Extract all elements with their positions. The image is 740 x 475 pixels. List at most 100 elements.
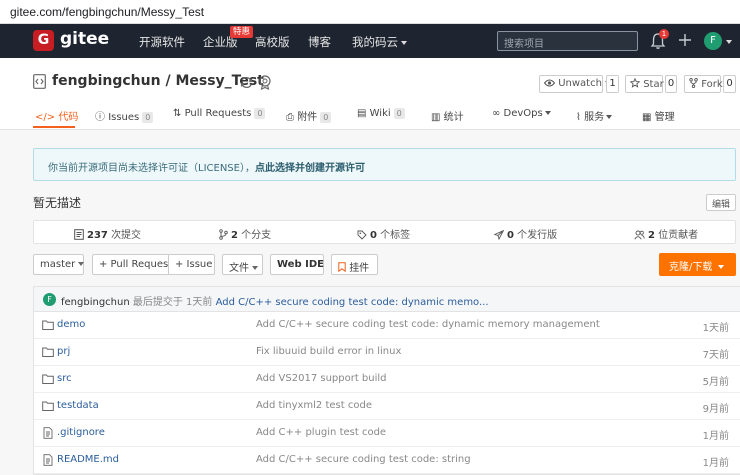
file-name-link[interactable]: prj bbox=[57, 346, 70, 357]
folder-icon bbox=[42, 347, 54, 357]
file-menu-button[interactable]: 文件 bbox=[222, 254, 263, 275]
gitee-logo-icon[interactable]: G bbox=[33, 30, 54, 51]
choose-license-link[interactable]: 点此选择并创建开源许可 bbox=[255, 163, 365, 174]
file-commit-time: 7天前 bbox=[702, 350, 729, 361]
widget-button[interactable]: 挂件 bbox=[331, 254, 378, 275]
star-icon bbox=[629, 77, 641, 88]
fork-label: Fork bbox=[701, 79, 723, 90]
fork-button[interactable]: Fork bbox=[684, 75, 723, 93]
releases-label: 个发行版 bbox=[517, 230, 558, 241]
file-commit-message[interactable]: Add C/C++ secure coding test code: dynam… bbox=[256, 319, 600, 330]
nav-item-blog[interactable]: 博客 bbox=[308, 34, 331, 50]
new-pull-request-button[interactable]: + Pull Request bbox=[92, 254, 172, 275]
tab-devops[interactable]: ∞ DevOps bbox=[492, 108, 551, 119]
tag-icon bbox=[357, 230, 367, 240]
latest-commit-row: F fengbingchun 最后提交于 1天前 Add C/C++ secur… bbox=[34, 287, 740, 312]
edit-description-button[interactable]: 编辑 bbox=[706, 194, 736, 211]
table-row[interactable]: prj Fix libuuid build error in linux 7天前 bbox=[34, 339, 740, 366]
commit-message-link[interactable]: Add C/C++ secure coding test code: dynam… bbox=[216, 297, 489, 308]
new-issue-button[interactable]: + Issue bbox=[168, 254, 215, 275]
paper-plane-icon bbox=[493, 229, 505, 241]
file-commit-time: 9月前 bbox=[702, 404, 729, 415]
tab-pull-requests-label: Pull Requests bbox=[184, 108, 252, 119]
issue-icon: ⓘ bbox=[95, 112, 105, 123]
tab-services[interactable]: ⌇ 服务 bbox=[576, 108, 613, 123]
file-table: F fengbingchun 最后提交于 1天前 Add C/C++ secur… bbox=[33, 286, 740, 475]
user-avatar[interactable]: F bbox=[704, 32, 722, 50]
branches-stat[interactable]: 2 个分支 bbox=[219, 226, 271, 241]
paperclip-icon: ⎙ bbox=[286, 112, 294, 123]
table-row[interactable]: src Add VS2017 support build 5月前 bbox=[34, 366, 740, 393]
star-count[interactable]: 0 bbox=[665, 75, 677, 93]
latest-commit-info: fengbingchun 最后提交于 1天前 Add C/C++ secure … bbox=[61, 293, 489, 308]
logo-text[interactable]: gitee bbox=[60, 29, 109, 49]
repo-stats-bar: 237 次提交 2 个分支 0 个标签 0 个发行版 2 位贡献者 bbox=[33, 220, 736, 244]
releases-count: 0 bbox=[507, 230, 514, 241]
nav-item-education[interactable]: 高校版 bbox=[255, 34, 290, 50]
tab-code-label: 代码 bbox=[58, 112, 79, 123]
repo-title[interactable]: fengbingchun / Messy_Test bbox=[52, 73, 264, 89]
tab-admin-label: 管理 bbox=[654, 112, 675, 123]
tab-attachments-label: 附件 bbox=[297, 112, 318, 123]
active-tab-indicator bbox=[33, 126, 75, 128]
tab-stats[interactable]: ▥ 统计 bbox=[431, 108, 464, 123]
search-input[interactable]: 搜索项目 bbox=[497, 31, 638, 51]
table-row[interactable]: README.md Add C/C++ secure coding test c… bbox=[34, 447, 740, 474]
file-commit-message[interactable]: Add C++ plugin test code bbox=[256, 427, 386, 438]
chevron-down-icon[interactable] bbox=[726, 40, 732, 44]
tab-devops-label: DevOps bbox=[503, 108, 543, 119]
commits-stat[interactable]: 237 次提交 bbox=[74, 226, 141, 241]
contributors-stat[interactable]: 2 位贡献者 bbox=[634, 226, 698, 241]
tab-pull-requests[interactable]: ⇅ Pull Requests 0 bbox=[173, 108, 266, 119]
contributors-count: 2 bbox=[648, 230, 655, 241]
tab-issues[interactable]: ⓘ Issues 0 bbox=[95, 108, 154, 123]
chevron-down-icon bbox=[401, 40, 407, 45]
table-row[interactable]: testdata Add tinyxml2 test code 9月前 bbox=[34, 393, 740, 420]
tab-attachments[interactable]: ⎙ 附件 0 bbox=[286, 108, 332, 123]
file-name-link[interactable]: src bbox=[57, 373, 72, 384]
branch-select[interactable]: master bbox=[33, 254, 85, 275]
sync-icon[interactable] bbox=[239, 75, 254, 90]
unwatch-button[interactable]: Unwatch bbox=[539, 75, 611, 93]
tags-count: 0 bbox=[370, 230, 377, 241]
table-row[interactable]: demo Add C/C++ secure coding test code: … bbox=[34, 312, 740, 339]
watch-count[interactable]: 1 bbox=[606, 75, 619, 93]
file-name-link[interactable]: .gitignore bbox=[57, 427, 105, 438]
star-button[interactable]: Star bbox=[625, 75, 664, 93]
chevron-down-icon bbox=[718, 265, 725, 269]
tags-stat[interactable]: 0 个标签 bbox=[357, 226, 410, 241]
commit-author[interactable]: fengbingchun bbox=[61, 297, 130, 308]
commits-count: 237 bbox=[87, 230, 108, 241]
committer-avatar[interactable]: F bbox=[43, 293, 56, 306]
address-bar[interactable]: gitee.com/fengbingchun/Messy_Test bbox=[0, 0, 740, 24]
tab-pull-requests-count: 0 bbox=[254, 108, 266, 119]
table-row[interactable]: .gitignore Add C++ plugin test code 1月前 bbox=[34, 420, 740, 447]
tab-stats-label: 统计 bbox=[443, 112, 464, 123]
enterprise-promo-badge: 特惠 bbox=[230, 26, 254, 38]
tab-attachments-count: 0 bbox=[320, 112, 332, 123]
tab-admin[interactable]: ▦ 管理 bbox=[642, 108, 675, 123]
web-ide-button[interactable]: Web IDE bbox=[270, 254, 324, 275]
commits-label: 次提交 bbox=[111, 230, 142, 241]
settings-icon: ▦ bbox=[642, 112, 652, 123]
tab-wiki[interactable]: ▤ Wiki 0 bbox=[357, 108, 405, 119]
clone-download-button[interactable]: 克隆/下载 bbox=[659, 253, 736, 276]
pull-request-icon: ⇅ bbox=[173, 108, 182, 119]
file-name-link[interactable]: README.md bbox=[57, 454, 119, 465]
license-notice: 你当前开源项目尚未选择许可证（LICENSE），点此选择并创建开源许可 bbox=[33, 148, 736, 181]
file-commit-message[interactable]: Fix libuuid build error in linux bbox=[256, 346, 401, 357]
nav-item-open-source[interactable]: 开源软件 bbox=[139, 34, 185, 50]
file-name-link[interactable]: demo bbox=[57, 319, 85, 330]
plus-icon[interactable] bbox=[678, 33, 692, 47]
file-name-link[interactable]: testdata bbox=[57, 400, 99, 411]
file-menu-label: 文件 bbox=[229, 263, 249, 274]
nav-item-my-gitee[interactable]: 我的码云 bbox=[352, 34, 407, 50]
fork-count[interactable]: 0 bbox=[723, 75, 736, 93]
branches-label: 个分支 bbox=[241, 230, 272, 241]
releases-stat[interactable]: 0 个发行版 bbox=[493, 226, 558, 241]
tab-code[interactable]: </> 代码 bbox=[35, 108, 78, 123]
file-commit-message[interactable]: Add tinyxml2 test code bbox=[256, 400, 372, 411]
file-icon bbox=[43, 427, 53, 439]
file-commit-message[interactable]: Add VS2017 support build bbox=[256, 373, 387, 384]
file-commit-message[interactable]: Add C/C++ secure coding test code: strin… bbox=[256, 454, 471, 465]
